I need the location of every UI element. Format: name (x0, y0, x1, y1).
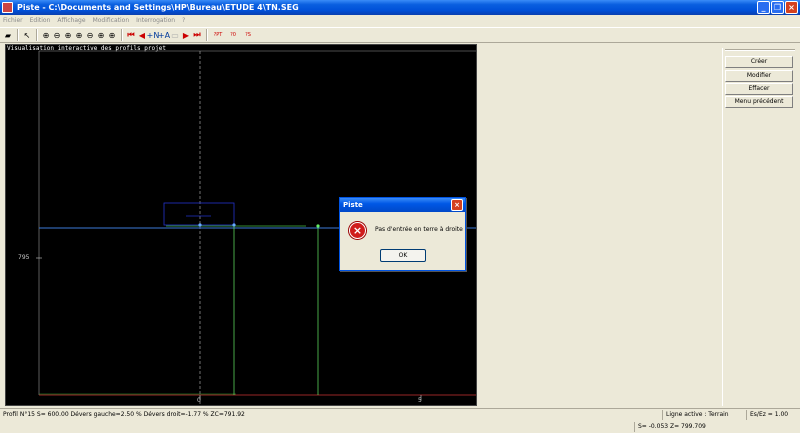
dialog-close-button[interactable]: × (451, 199, 463, 211)
status-row-top: Profil N°15 S= 600.00 Dévers gauche=2.50… (0, 409, 800, 421)
first-profile-icon[interactable]: ⏮ (126, 30, 136, 41)
error-icon: × (349, 222, 366, 239)
profile-down-icon[interactable]: +A (158, 30, 170, 41)
terrain-point (198, 223, 202, 227)
next-profile-icon[interactable]: ▶ (181, 30, 191, 41)
x-axis-label-5: 5 (418, 397, 422, 404)
status-profile-info: Profil N°15 S= 600.00 Dévers gauche=2.50… (3, 411, 245, 418)
dialog-title[interactable]: Piste (340, 198, 465, 212)
show-pt-icon[interactable]: ?PT (211, 30, 225, 41)
ok-button[interactable]: OK (380, 249, 426, 262)
toolbar-separator (206, 29, 208, 41)
close-button[interactable]: × (785, 1, 798, 14)
menu-interrogation[interactable]: Interrogation (136, 17, 175, 24)
show-ps-icon[interactable]: ?S (241, 30, 255, 41)
panel-divider (725, 49, 795, 51)
project-box (163, 202, 235, 226)
status-bar: Profil N°15 S= 600.00 Dévers gauche=2.50… (0, 408, 800, 432)
previous-profile-icon[interactable]: ◀ (137, 30, 147, 41)
app-icon (2, 2, 13, 13)
dialog-message: Pas d'entrée en terre à droite (375, 226, 463, 233)
toolbar-separator (17, 29, 19, 41)
profile-disabled-icon: ▭ (171, 30, 179, 40)
menu-affichage[interactable]: Affichage (57, 17, 85, 24)
error-dialog: Piste × × Pas d'entrée en terre à droite… (339, 197, 466, 271)
profile-up-icon[interactable]: +N (147, 30, 160, 41)
command-panel: Créer Modifier Effacer Menu précédent (722, 48, 796, 406)
menu-edition[interactable]: Edition (30, 17, 51, 24)
zoom-window-icon[interactable]: ⊕ (41, 30, 51, 41)
maximize-button[interactable]: ❐ (771, 1, 784, 14)
status-row-bottom: S= -0.053 Z= 799.709 (0, 421, 800, 433)
previous-menu-button[interactable]: Menu précédent (725, 96, 793, 108)
status-empty (0, 422, 632, 432)
status-scale: Es/Ez = 1.00 (746, 410, 800, 420)
modify-button[interactable]: Modifier (725, 70, 793, 82)
window-controls: _ ❐ × (757, 1, 798, 14)
menu-help[interactable]: ? (182, 17, 185, 24)
create-button[interactable]: Créer (725, 56, 793, 68)
window-titlebar[interactable]: Piste - C:\Documents and Settings\HP\Bur… (0, 0, 800, 15)
zoom-out-icon[interactable]: ⊖ (52, 30, 62, 41)
minimize-button[interactable]: _ (757, 1, 770, 14)
zoom-extents-icon[interactable]: ⊕ (74, 30, 84, 41)
open-folder-icon[interactable]: ▰ (3, 30, 13, 41)
terrain-point (232, 223, 236, 227)
terrain-point (316, 224, 320, 228)
menu-bar: Fichier Edition Affichage Modification I… (0, 15, 800, 26)
delete-button[interactable]: Effacer (725, 83, 793, 95)
y-axis-label: 795 (18, 254, 30, 261)
toolbar: ▰ ↖ ⊕ ⊖ ⊕ ⊕ ⊖ ⊕ ⊕ ⏮ ◀ +N +A ▭ ▶ ⏭ ?PT ?0… (0, 27, 800, 43)
toolbar-separator (121, 29, 123, 41)
x-axis-label-0: 0 (197, 397, 201, 404)
pointer-icon[interactable]: ↖ (22, 30, 32, 41)
status-coords: S= -0.053 Z= 799.709 (634, 422, 800, 432)
status-active-line: Ligne active : Terrain (662, 410, 744, 420)
last-profile-icon[interactable]: ⏭ (192, 30, 202, 41)
zoom-previous-icon[interactable]: ⊖ (85, 30, 95, 41)
toolbar-separator (36, 29, 38, 41)
window-title: Piste - C:\Documents and Settings\HP\Bur… (17, 3, 299, 12)
zoom-detail-icon[interactable]: ⊕ (107, 30, 117, 41)
zoom-all-icon[interactable]: ⊕ (96, 30, 106, 41)
show-pd-icon[interactable]: ?0 (226, 30, 240, 41)
workspace-background (478, 44, 720, 406)
menu-modification[interactable]: Modification (93, 17, 130, 24)
menu-fichier[interactable]: Fichier (3, 17, 23, 24)
zoom-in-icon[interactable]: ⊕ (63, 30, 73, 41)
